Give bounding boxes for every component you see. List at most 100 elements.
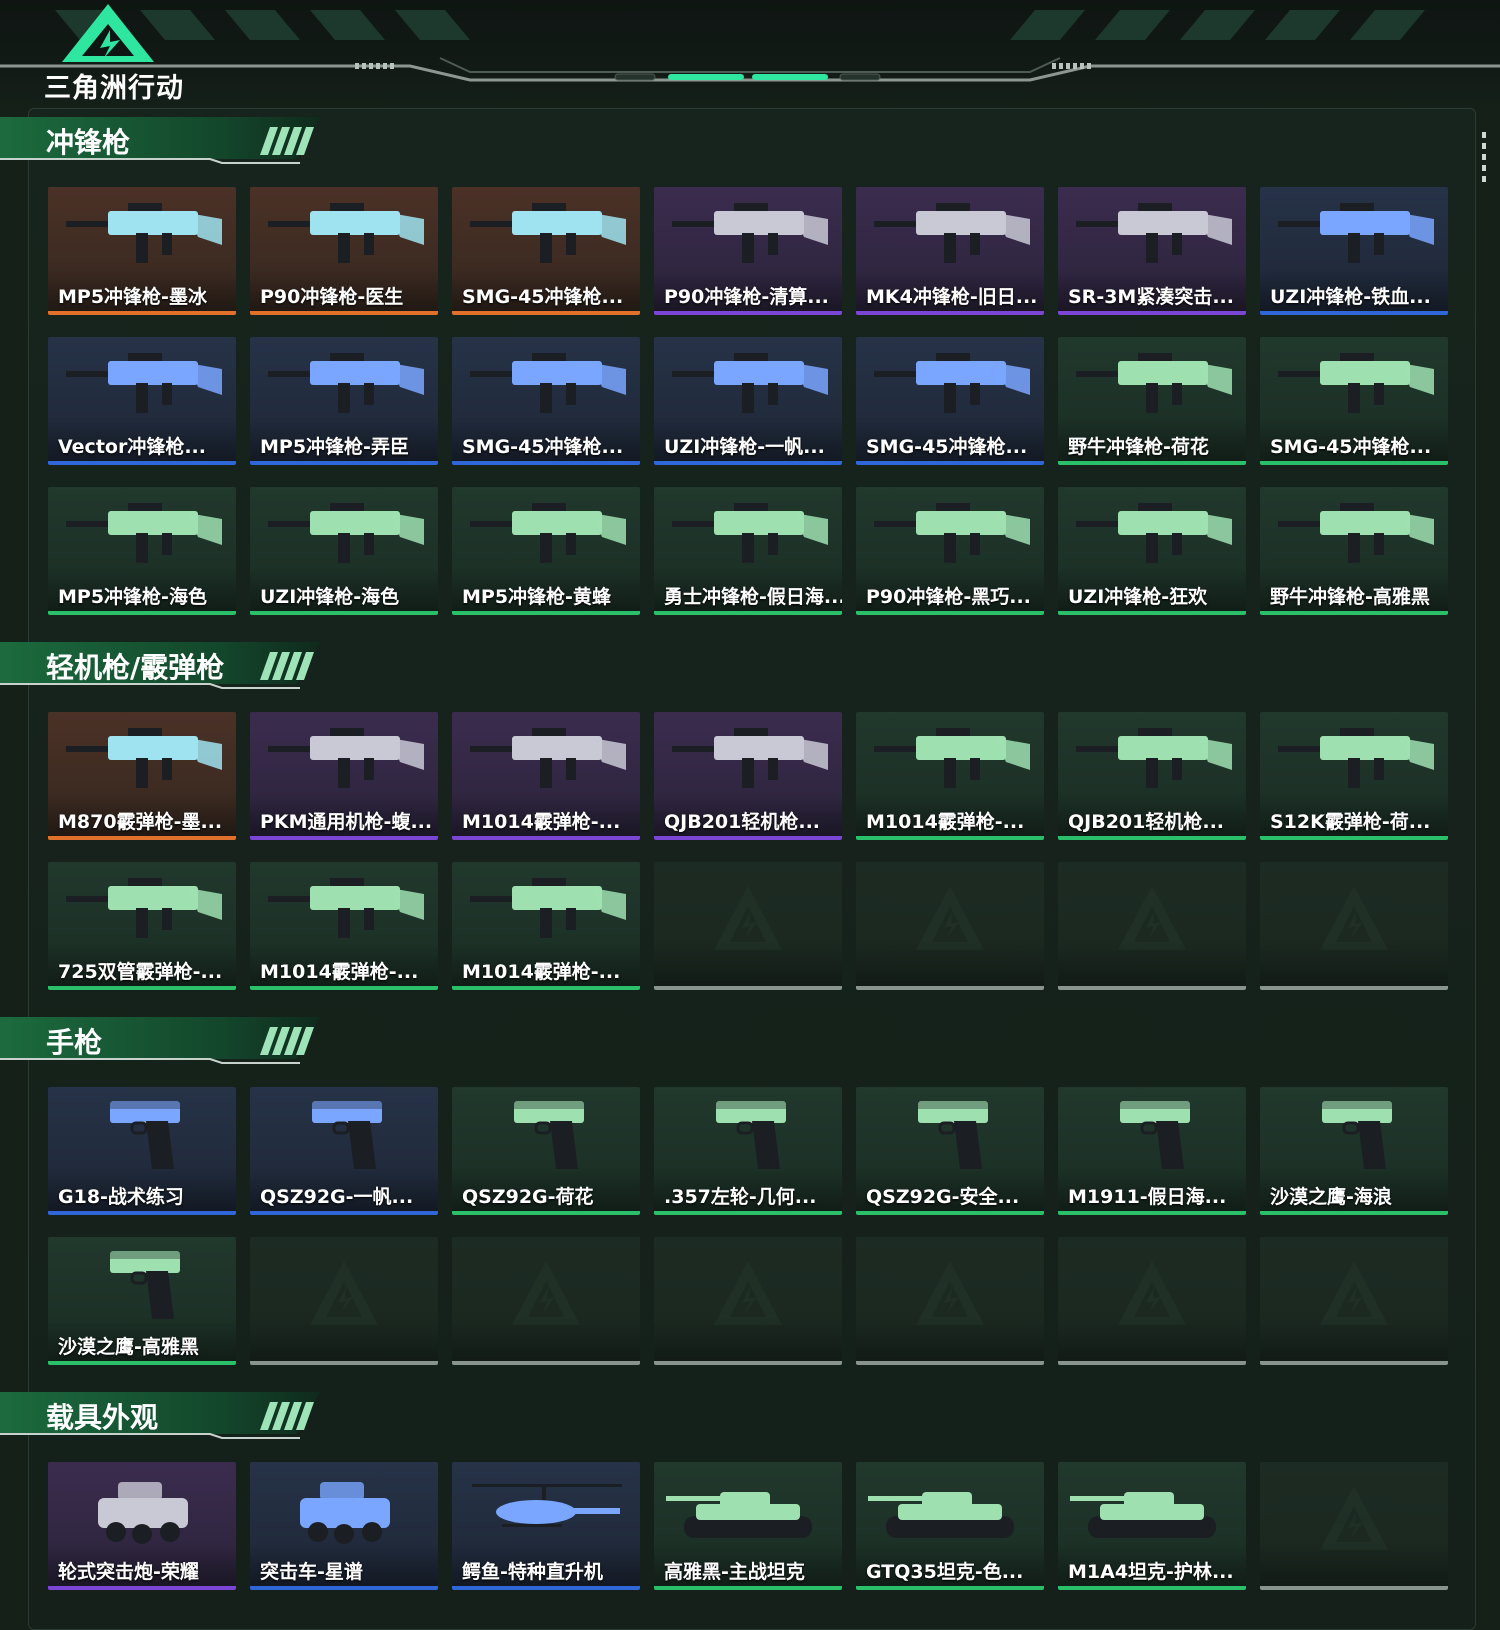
rarity-bar <box>1058 836 1246 840</box>
skin-card[interactable]: SR-3M紧凑突击... <box>1058 187 1246 315</box>
skin-card[interactable]: Vector冲锋枪... <box>48 337 236 465</box>
skin-card[interactable]: 轮式突击炮-荣耀 <box>48 1462 236 1590</box>
skin-card[interactable]: M1A4坦克-护林... <box>1058 1462 1246 1590</box>
skin-card[interactable]: M870霰弹枪-墨... <box>48 712 236 840</box>
rarity-bar <box>654 1586 842 1590</box>
card-shade <box>452 1317 640 1365</box>
skin-card[interactable]: M1014霰弹枪-... <box>452 712 640 840</box>
rarity-bar <box>856 836 1044 840</box>
skin-card[interactable]: 勇士冲锋枪-假日海... <box>654 487 842 615</box>
skin-card[interactable]: QSZ92G-一帆... <box>250 1087 438 1215</box>
skin-name: SMG-45冲锋枪... <box>866 436 1028 458</box>
skin-card[interactable]: MP5冲锋枪-黄蜂 <box>452 487 640 615</box>
rarity-bar <box>654 461 842 465</box>
skin-name: 725双管霰弹枪-... <box>58 961 223 983</box>
rarity-bar <box>654 311 842 315</box>
skin-card[interactable]: PKM通用机枪-蝮... <box>250 712 438 840</box>
skin-name: 勇士冲锋枪-假日海... <box>664 586 842 608</box>
skin-card[interactable]: 野牛冲锋枪-荷花 <box>1058 337 1246 465</box>
rarity-bar <box>250 311 438 315</box>
skin-card[interactable]: M1911-假日海... <box>1058 1087 1246 1215</box>
section-title: 载具外观 <box>46 1401 159 1434</box>
scroll-indicator[interactable] <box>1482 132 1486 186</box>
skin-name: MP5冲锋枪-墨冰 <box>58 286 207 308</box>
card-shade <box>856 1317 1044 1365</box>
rarity-bar <box>1260 1211 1448 1215</box>
skin-card[interactable]: P90冲锋枪-清算... <box>654 187 842 315</box>
skin-card[interactable]: SMG-45冲锋枪... <box>452 187 640 315</box>
empty-slot <box>654 1237 842 1365</box>
skin-card[interactable]: SMG-45冲锋枪... <box>452 337 640 465</box>
skin-name: M1014霰弹枪-... <box>462 811 621 833</box>
empty-slot <box>1058 1237 1246 1365</box>
skin-card[interactable]: SMG-45冲锋枪... <box>856 337 1044 465</box>
skin-name: M1014霰弹枪-... <box>462 961 621 983</box>
skin-name: 高雅黑-主战坦克 <box>664 1561 805 1583</box>
rarity-bar <box>452 611 640 615</box>
skin-card[interactable]: GTQ35坦克-色... <box>856 1462 1044 1590</box>
skin-card[interactable]: 725双管霰弹枪-... <box>48 862 236 990</box>
skin-card[interactable]: 沙漠之鹰-海浪 <box>1260 1087 1448 1215</box>
section-title: 冲锋枪 <box>46 126 131 159</box>
skin-card[interactable]: UZI冲锋枪-海色 <box>250 487 438 615</box>
skin-card[interactable]: M1014霰弹枪-... <box>452 862 640 990</box>
page-header: 三角洲行动 <box>0 0 1500 110</box>
skin-card[interactable]: SMG-45冲锋枪... <box>1260 337 1448 465</box>
skin-card[interactable]: .357左轮-几何... <box>654 1087 842 1215</box>
skin-card[interactable]: UZI冲锋枪-狂欢 <box>1058 487 1246 615</box>
skin-card[interactable]: P90冲锋枪-黑巧... <box>856 487 1044 615</box>
skin-name: S12K霰弹枪-荷... <box>1270 811 1431 833</box>
rarity-bar <box>856 1361 1044 1365</box>
skin-card[interactable]: MP5冲锋枪-海色 <box>48 487 236 615</box>
section-title: 轻机枪/霰弹枪 <box>46 651 225 684</box>
skin-name: SMG-45冲锋枪... <box>462 436 624 458</box>
skin-card[interactable]: 突击车-星谱 <box>250 1462 438 1590</box>
rarity-bar <box>452 461 640 465</box>
skin-card[interactable]: UZI冲锋枪-一帆... <box>654 337 842 465</box>
skin-card[interactable]: QSZ92G-荷花 <box>452 1087 640 1215</box>
rarity-bar <box>856 311 1044 315</box>
skin-card[interactable]: 鳄鱼-特种直升机 <box>452 1462 640 1590</box>
skin-card[interactable]: 沙漠之鹰-高雅黑 <box>48 1237 236 1365</box>
skin-card[interactable]: UZI冲锋枪-铁血... <box>1260 187 1448 315</box>
card-shade <box>1058 942 1246 990</box>
skin-card[interactable]: QJB201轻机枪... <box>1058 712 1246 840</box>
skin-card[interactable]: M1014霰弹枪-... <box>250 862 438 990</box>
skin-card[interactable]: 高雅黑-主战坦克 <box>654 1462 842 1590</box>
skin-card[interactable]: MP5冲锋枪-弄臣 <box>250 337 438 465</box>
skin-name: P90冲锋枪-医生 <box>260 286 404 308</box>
rarity-bar <box>48 1586 236 1590</box>
rarity-bar <box>452 311 640 315</box>
skin-name: MP5冲锋枪-黄蜂 <box>462 586 611 608</box>
skin-name: UZI冲锋枪-铁血... <box>1270 286 1431 308</box>
skin-card[interactable]: 野牛冲锋枪-高雅黑 <box>1260 487 1448 615</box>
card-shade <box>856 942 1044 990</box>
skin-card[interactable]: P90冲锋枪-医生 <box>250 187 438 315</box>
skin-card[interactable]: M1014霰弹枪-... <box>856 712 1044 840</box>
section-header: 冲锋枪 <box>0 115 330 167</box>
rarity-bar <box>1260 1586 1448 1590</box>
rarity-bar <box>452 986 640 990</box>
skin-name: .357左轮-几何... <box>664 1186 817 1208</box>
rarity-bar <box>1260 311 1448 315</box>
skin-card[interactable]: QJB201轻机枪... <box>654 712 842 840</box>
skin-name: M1014霰弹枪-... <box>866 811 1025 833</box>
skin-card[interactable]: MP5冲锋枪-墨冰 <box>48 187 236 315</box>
skin-name: SMG-45冲锋枪... <box>462 286 624 308</box>
empty-slot <box>856 862 1044 990</box>
rarity-bar <box>1260 836 1448 840</box>
skin-name: M1014霰弹枪-... <box>260 961 419 983</box>
skin-card[interactable]: MK4冲锋枪-旧日... <box>856 187 1044 315</box>
section-header: 手枪 <box>0 1015 330 1067</box>
skin-card[interactable]: S12K霰弹枪-荷... <box>1260 712 1448 840</box>
skin-card[interactable]: G18-战术练习 <box>48 1087 236 1215</box>
rarity-bar <box>856 611 1044 615</box>
rarity-bar <box>250 986 438 990</box>
skin-name: QSZ92G-荷花 <box>462 1186 594 1208</box>
rarity-bar <box>48 1361 236 1365</box>
rarity-bar <box>452 1586 640 1590</box>
card-shade <box>1260 1542 1448 1590</box>
skin-card[interactable]: QSZ92G-安全... <box>856 1087 1044 1215</box>
skin-name: UZI冲锋枪-海色 <box>260 586 400 608</box>
skin-name: P90冲锋枪-清算... <box>664 286 829 308</box>
